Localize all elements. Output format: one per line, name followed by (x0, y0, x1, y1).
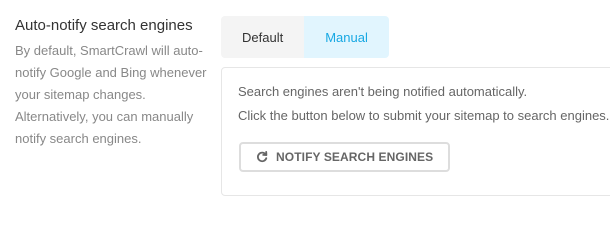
manual-notify-panel: Search engines aren't being notified aut… (221, 67, 610, 196)
mode-tabs: Default Manual (221, 16, 389, 58)
notify-button-label: NOTIFY SEARCH ENGINES (276, 150, 434, 164)
tab-manual[interactable]: Manual (304, 16, 389, 58)
instruction-message: Click the button below to submit your si… (238, 108, 610, 123)
status-message: Search engines aren't being notified aut… (238, 84, 528, 99)
setting-description-column: Auto-notify search engines By default, S… (15, 16, 220, 150)
setting-title: Auto-notify search engines (15, 17, 193, 34)
auto-notify-setting-row: Auto-notify search engines By default, S… (0, 0, 610, 213)
refresh-icon (256, 151, 268, 163)
tab-default[interactable]: Default (221, 16, 305, 58)
setting-description: By default, SmartCrawl will auto-notify … (15, 43, 207, 146)
notify-search-engines-button[interactable]: NOTIFY SEARCH ENGINES (239, 142, 451, 172)
